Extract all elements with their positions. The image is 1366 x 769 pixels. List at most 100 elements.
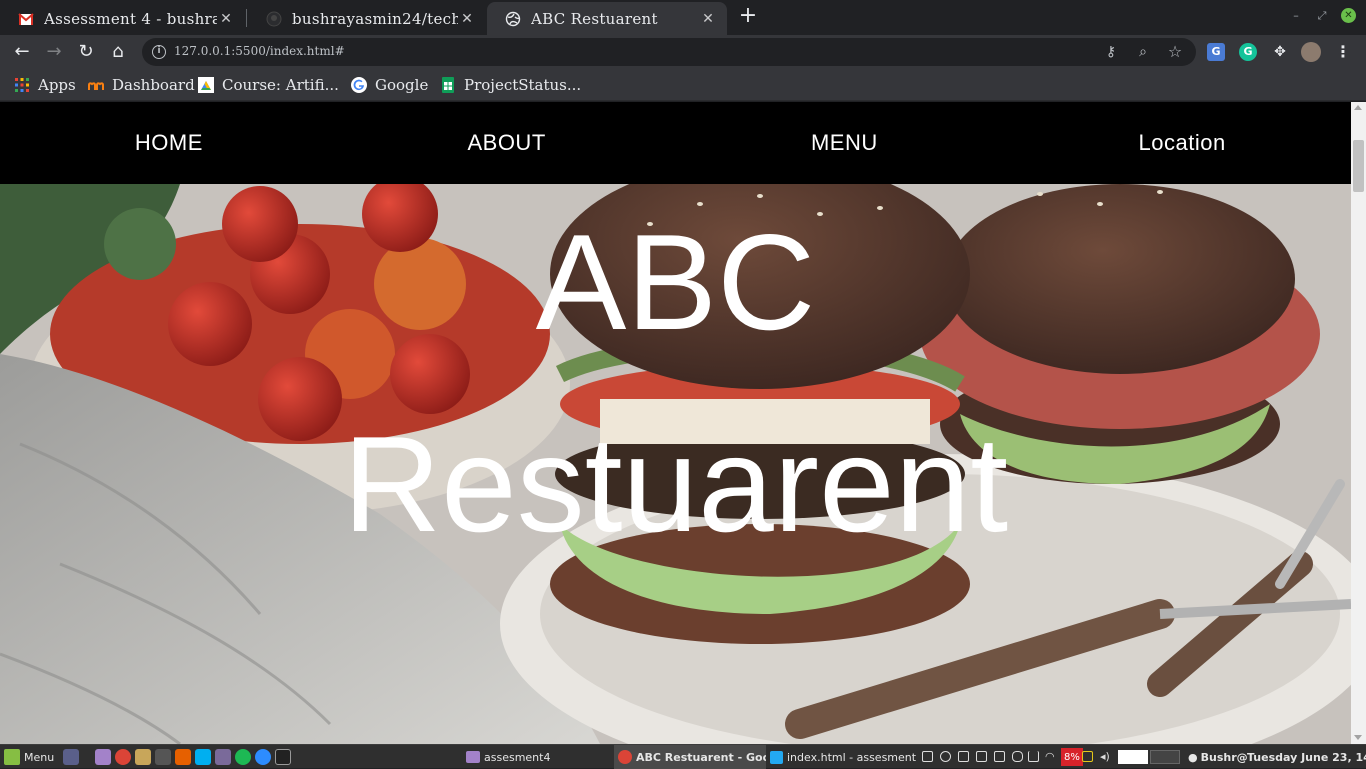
scroll-down-arrow-icon[interactable] bbox=[1354, 735, 1362, 740]
tab-title: bushrayasmin24/techment bbox=[292, 9, 458, 28]
vscode-icon bbox=[770, 750, 783, 764]
mint-logo-icon bbox=[4, 749, 20, 765]
bookmark-dashboard[interactable]: Dashboard bbox=[88, 75, 195, 95]
restore-button[interactable]: ⤢ bbox=[1315, 9, 1329, 23]
clock-text: Tuesday June 23, 14:04 bbox=[1247, 750, 1366, 764]
tab-assessment[interactable]: Assessment 4 - bushraya ✕ bbox=[0, 2, 245, 35]
google-icon bbox=[351, 77, 367, 93]
taskbar-window-label: index.html - assesment... bbox=[787, 750, 916, 764]
start-menu-button[interactable]: Menu bbox=[4, 745, 54, 769]
bookmark-label: Google bbox=[375, 76, 429, 94]
power-tray-icon[interactable] bbox=[1082, 751, 1093, 762]
moodle-icon bbox=[88, 82, 104, 90]
drive-icon bbox=[198, 77, 214, 93]
site-navbar: HOME ABOUT MENU Location bbox=[0, 102, 1351, 184]
tab-abc-restuarent[interactable]: ABC Restuarent ✕ bbox=[487, 2, 727, 35]
bookmark-course[interactable]: Course: Artifi... bbox=[198, 75, 339, 95]
spotify-launcher-icon[interactable] bbox=[235, 749, 251, 765]
show-desktop-icon[interactable] bbox=[63, 749, 79, 765]
taskbar-window-files[interactable]: assesment4 bbox=[466, 745, 550, 769]
close-icon[interactable]: ✕ bbox=[458, 11, 476, 27]
chrome-launcher-icon[interactable] bbox=[115, 749, 131, 765]
sublime-launcher-icon[interactable] bbox=[155, 749, 171, 765]
bluetooth-tray-icon[interactable] bbox=[1012, 751, 1023, 762]
github-icon bbox=[266, 11, 282, 26]
browser-toolbar: ← → ↻ ⌂ i 127.0.0.1:5500/index.html# ⚷ ⌕… bbox=[0, 35, 1366, 69]
tab-title: ABC Restuarent bbox=[531, 9, 658, 28]
user-icon: ● bbox=[1188, 750, 1198, 764]
skype-launcher-icon[interactable] bbox=[195, 749, 211, 765]
url-text[interactable]: 127.0.0.1:5500/index.html# bbox=[174, 44, 345, 58]
bookmark-label: Dashboard bbox=[112, 76, 195, 94]
notes-tray-icon[interactable] bbox=[958, 751, 969, 762]
nav-location-link[interactable]: Location bbox=[1013, 102, 1351, 184]
globe-icon bbox=[505, 11, 521, 26]
firefox-launcher-icon[interactable] bbox=[175, 749, 191, 765]
home-icon[interactable]: ⌂ bbox=[106, 40, 130, 64]
os-taskbar: Menu assesment4 ABC Restuarent - Googl..… bbox=[0, 744, 1366, 769]
translate-extension-icon[interactable]: G bbox=[1207, 43, 1225, 61]
bookmark-apps[interactable]: Apps bbox=[14, 75, 76, 95]
info-icon[interactable]: i bbox=[152, 45, 166, 59]
reload-icon[interactable]: ↻ bbox=[74, 40, 98, 64]
tab-title: Assessment 4 - bushraya bbox=[44, 9, 217, 28]
taskbar-window-label: ABC Restuarent - Googl... bbox=[636, 750, 766, 764]
new-tab-button[interactable]: + bbox=[737, 5, 759, 27]
hero-title-line1: ABC bbox=[535, 206, 816, 358]
hero-title-line2: Restuarent bbox=[342, 408, 1009, 560]
alarm-tray-icon[interactable] bbox=[940, 751, 951, 762]
wifi-tray-icon[interactable]: ◠ bbox=[1045, 751, 1056, 762]
tab-github[interactable]: bushrayasmin24/techment ✕ bbox=[248, 2, 486, 35]
clipboard-tray-icon[interactable] bbox=[976, 751, 987, 762]
text-editor-launcher-icon[interactable] bbox=[215, 749, 231, 765]
extensions-puzzle-icon[interactable]: ✥ bbox=[1271, 43, 1289, 61]
zoom-icon[interactable]: ⌕ bbox=[1134, 43, 1152, 61]
profile-avatar[interactable] bbox=[1301, 42, 1321, 62]
bookmark-label: Apps bbox=[38, 76, 76, 94]
kebab-menu-icon[interactable]: ⋮ bbox=[1334, 43, 1352, 61]
window-close-button[interactable]: ✕ bbox=[1341, 8, 1356, 23]
minimize-button[interactable]: – bbox=[1289, 9, 1303, 23]
keyboard-tray-icon[interactable] bbox=[922, 751, 933, 762]
taskbar-window-chrome[interactable]: ABC Restuarent - Googl... bbox=[614, 745, 766, 769]
clock[interactable]: Tuesday June 23, 14:04 bbox=[1247, 745, 1366, 769]
workspace-2[interactable] bbox=[1150, 750, 1180, 764]
address-bar[interactable]: i 127.0.0.1:5500/index.html# ⚷ ⌕ ☆ bbox=[142, 38, 1196, 66]
key-icon[interactable]: ⚷ bbox=[1102, 43, 1120, 61]
workspace-1[interactable] bbox=[1118, 750, 1148, 764]
folder-icon bbox=[466, 751, 480, 763]
app-launcher-icon[interactable] bbox=[135, 749, 151, 765]
bookmark-projectstatus[interactable]: ProjectStatus... bbox=[440, 75, 581, 95]
zoom-launcher-icon[interactable] bbox=[255, 749, 271, 765]
battery-indicator[interactable]: 8% bbox=[1061, 748, 1083, 766]
bookmark-star-icon[interactable]: ☆ bbox=[1166, 43, 1184, 61]
nav-about-link[interactable]: ABOUT bbox=[338, 102, 676, 184]
grammarly-extension-icon[interactable]: G bbox=[1239, 43, 1257, 61]
nav-home-link[interactable]: HOME bbox=[0, 102, 338, 184]
bookmark-label: Course: Artifi... bbox=[222, 76, 339, 94]
back-arrow-icon[interactable]: ← bbox=[10, 40, 34, 64]
gmail-icon bbox=[18, 12, 34, 25]
apps-grid-icon bbox=[15, 78, 29, 92]
forward-arrow-icon[interactable]: → bbox=[42, 40, 66, 64]
scroll-up-arrow-icon[interactable] bbox=[1354, 105, 1362, 110]
close-icon[interactable]: ✕ bbox=[217, 11, 235, 27]
taskbar-window-vscode[interactable]: index.html - assesment... bbox=[770, 745, 916, 769]
input-tray-icon[interactable] bbox=[1028, 751, 1039, 762]
close-icon[interactable]: ✕ bbox=[699, 11, 717, 27]
chat-tray-icon[interactable] bbox=[994, 751, 1005, 762]
page-scrollbar[interactable] bbox=[1351, 102, 1366, 744]
volume-tray-icon[interactable]: ◂) bbox=[1100, 751, 1111, 762]
terminal-launcher-icon[interactable] bbox=[275, 749, 291, 765]
user-applet[interactable]: ● Bushr@ bbox=[1188, 745, 1248, 769]
files-launcher-icon[interactable] bbox=[95, 749, 111, 765]
nav-menu-link[interactable]: MENU bbox=[676, 102, 1014, 184]
window-controls: – ⤢ ✕ bbox=[1289, 8, 1356, 23]
chrome-icon bbox=[618, 750, 632, 764]
user-name: Bushr@ bbox=[1200, 750, 1248, 764]
scrollbar-thumb[interactable] bbox=[1353, 140, 1364, 192]
browser-tab-strip: Assessment 4 - bushraya ✕ bushrayasmin24… bbox=[0, 0, 1366, 35]
bookmark-label: ProjectStatus... bbox=[464, 76, 582, 94]
page-viewport: HOME ABOUT MENU Location ABC Restuarent bbox=[0, 102, 1351, 744]
bookmark-google[interactable]: Google bbox=[351, 75, 428, 95]
